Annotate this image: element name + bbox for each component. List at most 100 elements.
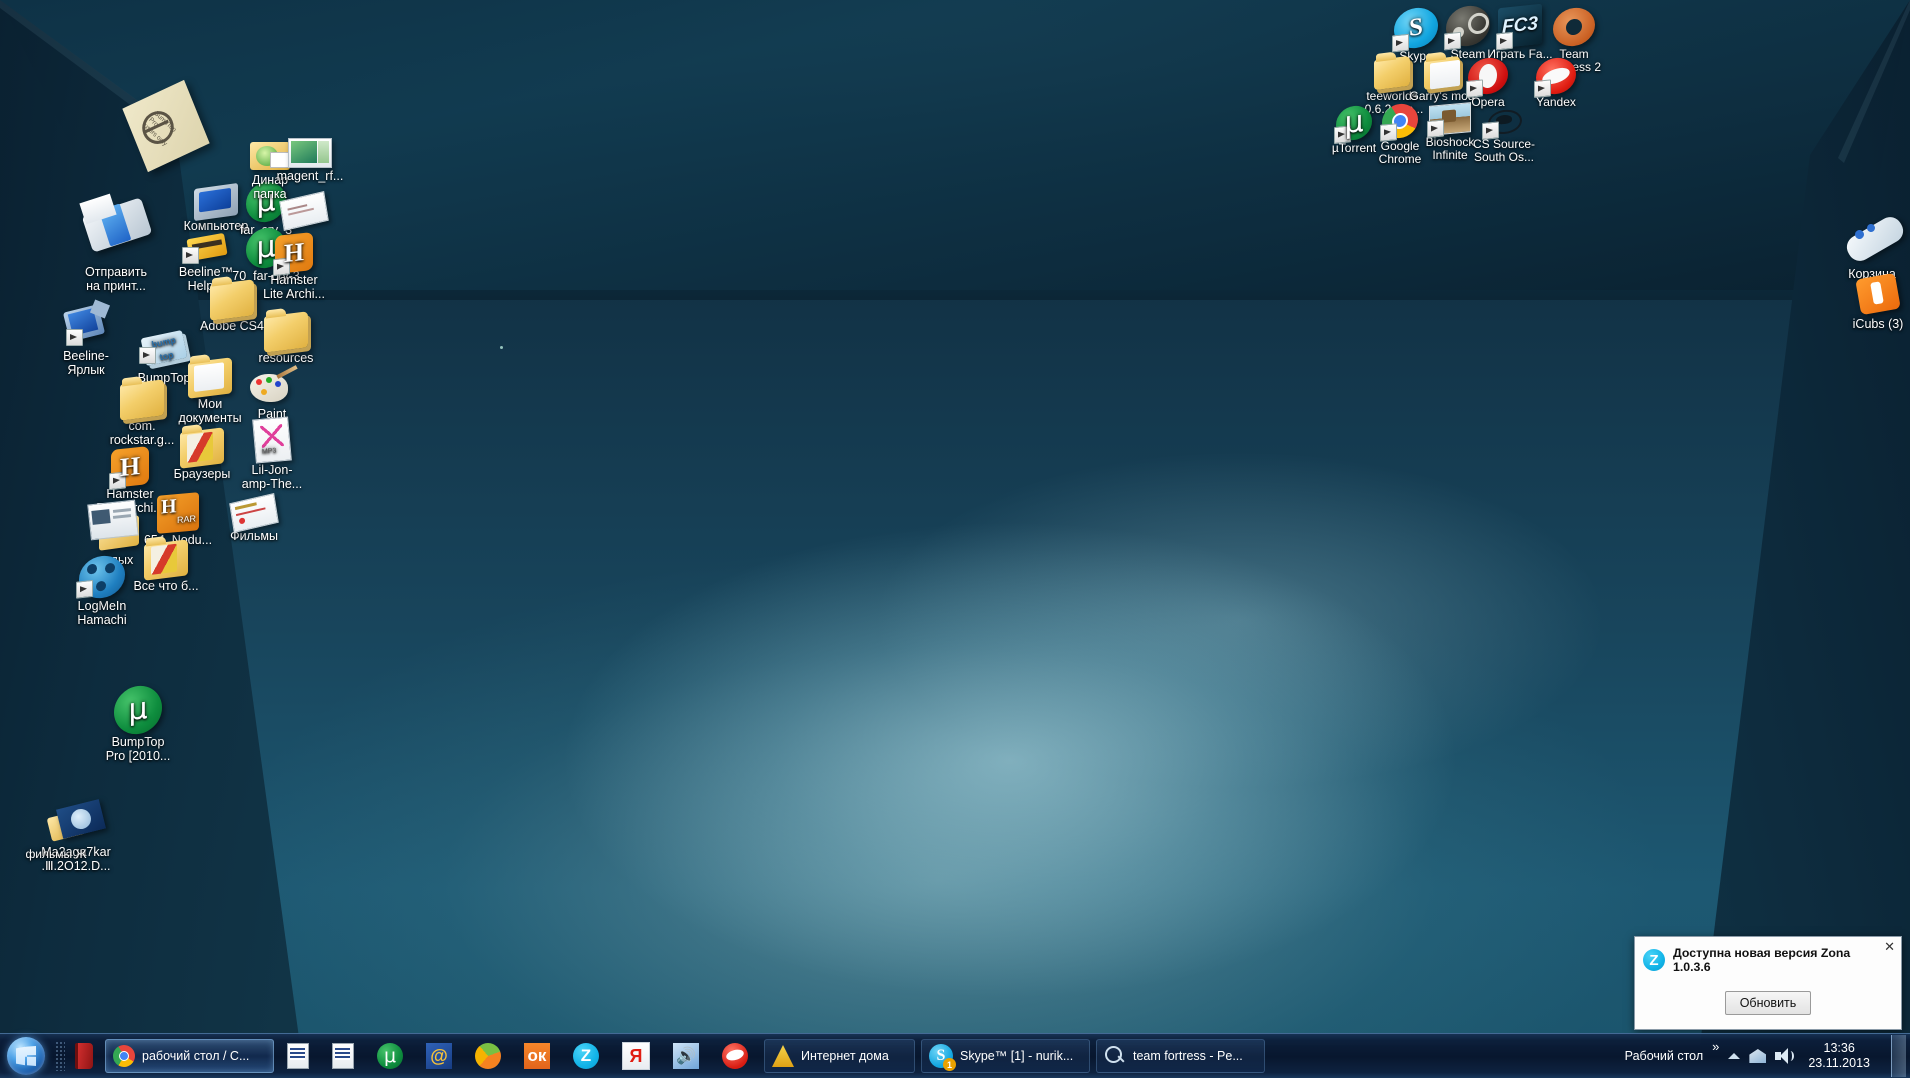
notification-actions: Обновить (1635, 991, 1901, 1015)
odnoklassniki-icon: ок (524, 1043, 550, 1069)
utorrent-icon (114, 683, 162, 737)
desktop-icon-ma2aga7kar[interactable]: Ma2aga7kar .Ⅲ.2O12.D... (22, 799, 130, 873)
paint-icon (246, 365, 298, 406)
printer-icon (78, 192, 154, 264)
desktop-icon-lil-jon-mp3[interactable]: MP3 Lil-Jon- amp-The... (218, 416, 326, 491)
quick-launch-grip[interactable] (55, 1041, 65, 1071)
desktop-icon-magent-rf[interactable]: magent_rf... (256, 138, 364, 184)
task-internet-doma[interactable]: Интернет дома (764, 1039, 915, 1073)
task-chrome-desktop[interactable]: рабочий стол / С... (105, 1039, 274, 1073)
desktop-icon-icubs[interactable]: iCubs (3) (1824, 272, 1910, 332)
shortcut-overlay-icon (182, 247, 199, 264)
shortcut-overlay-icon (1334, 125, 1351, 145)
shortcut-overlay-icon (1466, 79, 1483, 98)
task-utorrent[interactable]: μ (370, 1040, 413, 1072)
desktop-screen: BumpTop Pro users only Отправить на прин… (0, 0, 1910, 1078)
task-yandex[interactable]: Я (615, 1040, 660, 1072)
beeline-icon (58, 299, 114, 348)
desktop-icon-vse-chto-b[interactable]: Все что б... (112, 539, 220, 594)
tray-overflow-icon[interactable]: » (1712, 1035, 1719, 1054)
image-icon (288, 138, 332, 168)
shortcut-overlay-icon (76, 579, 93, 599)
paper-icon (229, 492, 279, 534)
task-label: Интернет дома (801, 1049, 889, 1063)
icubs-icon (1852, 272, 1904, 316)
shortcut-overlay-icon (1496, 31, 1513, 51)
task-text-document-2[interactable] (325, 1040, 364, 1072)
shortcut-overlay-icon (273, 257, 290, 277)
taskbar[interactable]: рабочий стол / С... μ @ ок Z Я 🔊 Интерне… (0, 1033, 1910, 1078)
zona-icon: Z (573, 1043, 599, 1069)
desktop-icon-label: Все что б... (133, 579, 199, 593)
quick-launch-bar[interactable] (69, 1040, 99, 1072)
skype-badge: 1 (943, 1058, 956, 1071)
system-tray[interactable]: Рабочий стол » 13:36 23.11.2013 (1625, 1035, 1910, 1077)
desktop-icon-label: BumpTop Pro [2010... (105, 735, 171, 763)
update-button[interactable]: Обновить (1724, 991, 1812, 1015)
speaker-icon[interactable] (1775, 1048, 1795, 1064)
dictionary-icon[interactable] (69, 1040, 99, 1072)
task-volume-control[interactable]: 🔊 (666, 1040, 709, 1072)
desktop-icon-filmy[interactable]: Фильмы (200, 492, 308, 544)
notification-message: Доступна новая версия Zona 1.0.3.6 (1673, 946, 1851, 974)
desktop-icon-paint[interactable]: Paint (218, 365, 326, 422)
desktop-icon-filmy-zh[interactable]: фильмы Ж (10, 845, 102, 861)
hamster-icon (109, 446, 149, 491)
show-desktop-button[interactable] (1891, 1035, 1906, 1077)
task-text-document-1[interactable] (280, 1040, 319, 1072)
shortcut-overlay-icon (1380, 123, 1397, 142)
chevron-up-icon[interactable] (1728, 1053, 1741, 1059)
shortcut-overlay-icon (139, 347, 156, 364)
desktop-icon-resources[interactable]: resources (232, 311, 340, 366)
desktop-icon-bumptop-pro-2010[interactable]: BumpTop Pro [2010... (84, 683, 192, 763)
desktop-icon-yandex[interactable]: Yandex (1510, 56, 1602, 109)
shortcut-overlay-icon (1534, 79, 1551, 98)
desktop-icon-label: magent_rf... (276, 169, 344, 183)
recycle-bin-icon (1837, 212, 1908, 266)
network-icon[interactable] (1749, 1049, 1767, 1063)
desktop-icon-label: фильмы Ж (25, 847, 87, 861)
text-document-icon (287, 1043, 309, 1069)
clock[interactable]: 13:36 23.11.2013 (1802, 1041, 1876, 1071)
task-mailru-agent[interactable]: @ (419, 1040, 462, 1072)
shortcut-overlay-icon (66, 329, 83, 346)
windows-logo-icon (7, 1037, 45, 1075)
volume-icon: 🔊 (673, 1043, 699, 1069)
start-button[interactable] (1, 1035, 51, 1077)
task-label: рабочий стол / С... (142, 1049, 250, 1063)
tray-desktop-label[interactable]: Рабочий стол (1625, 1049, 1703, 1063)
mailru-icon (475, 1043, 501, 1069)
desktop-icon-label: CS Source- South Os... (1472, 137, 1536, 164)
task-zona[interactable]: Z (566, 1040, 609, 1072)
mailru-agent-icon: @ (426, 1043, 452, 1069)
task-team-fortress-search[interactable]: team fortress - Pe... (1096, 1039, 1265, 1073)
desktop-icon-cs-source-south-os[interactable]: CS Source- South Os... (1458, 106, 1550, 163)
video-icon (45, 799, 107, 844)
close-icon[interactable]: ✕ (1884, 940, 1895, 953)
desktop-icon-label: LogMeIn Hamachi (77, 599, 127, 627)
desktop-icon-paper-note[interactable] (258, 190, 350, 232)
task-list[interactable]: рабочий стол / С... μ @ ок Z Я 🔊 Интерне… (105, 1039, 1265, 1073)
tf2-icon (1553, 5, 1595, 49)
clock-time: 13:36 (1823, 1041, 1855, 1055)
desktop-icon-label: iCubs (3) (1852, 317, 1904, 331)
mp3-icon: MP3 (252, 416, 292, 464)
hamster-icon (273, 232, 313, 277)
zona-icon: Z (1643, 949, 1665, 971)
task-label: Skype™ [1] - nurik... (960, 1049, 1074, 1063)
utorrent-icon: μ (377, 1043, 403, 1069)
task-skype[interactable]: S 1 Skype™ [1] - nurik... (921, 1039, 1090, 1073)
task-yandex-browser[interactable] (715, 1040, 758, 1072)
task-mailru[interactable] (468, 1040, 511, 1072)
desktop-icon-hamster-lite-archiver[interactable]: Hamster Lite Archi... (240, 232, 348, 301)
shortcut-overlay-icon (1392, 33, 1409, 53)
task-odnoklassniki[interactable]: ок (517, 1040, 560, 1072)
task-label: team fortress - Pe... (1133, 1049, 1243, 1063)
chrome-icon (113, 1045, 135, 1067)
yandex-browser-icon (722, 1043, 748, 1069)
cs-source-icon (1482, 104, 1524, 140)
mouse-cursor (500, 346, 503, 349)
yandex-browser-icon (1534, 56, 1576, 98)
clock-date: 23.11.2013 (1808, 1056, 1870, 1070)
zona-update-notification[interactable]: ✕ Z Доступна новая версия Zona 1.0.3.6 О… (1634, 936, 1902, 1030)
